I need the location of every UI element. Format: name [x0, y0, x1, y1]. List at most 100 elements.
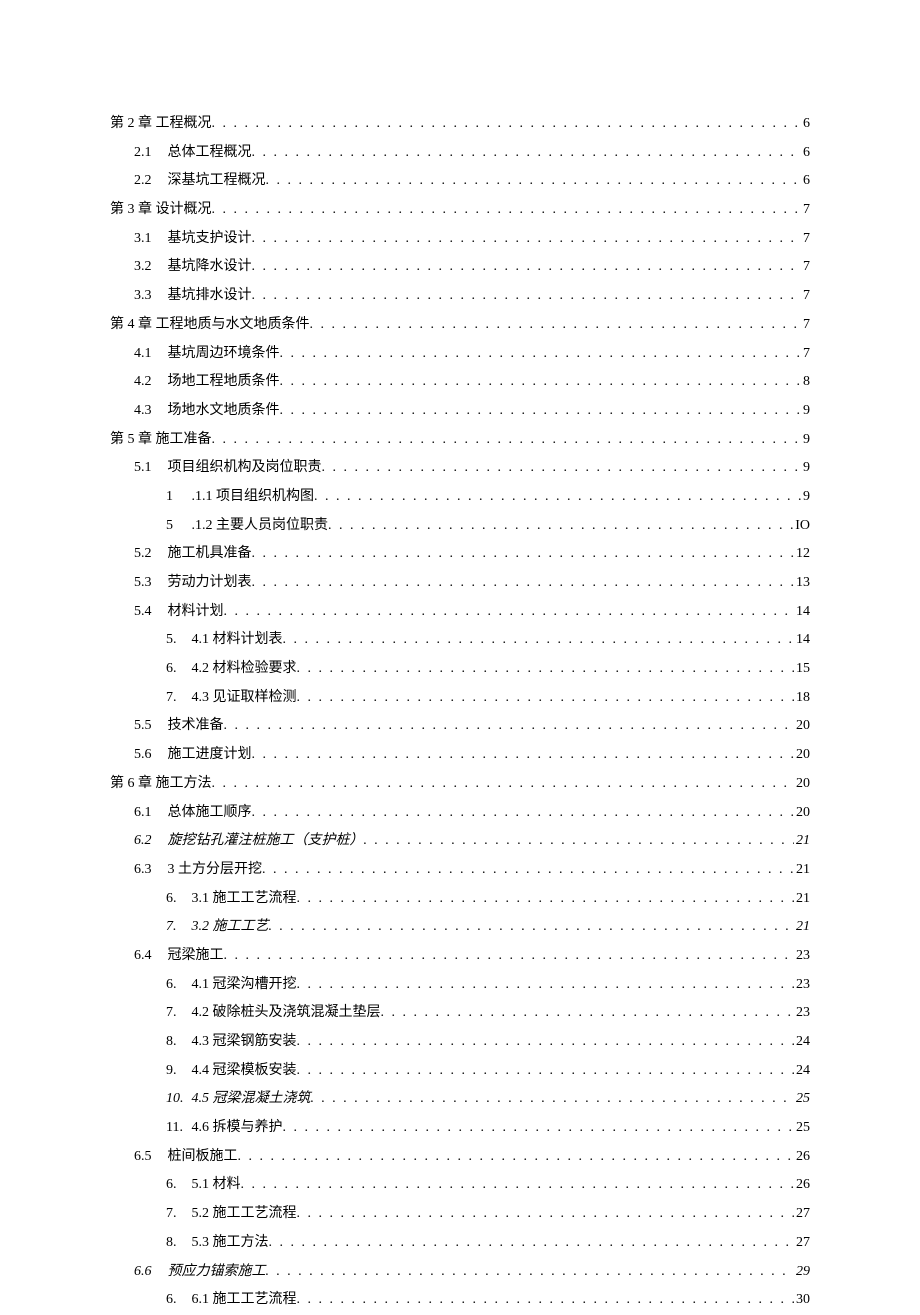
toc-label: 6.2 旋挖钻孔灌注桩施工（支护桩） [134, 827, 364, 856]
toc-entry: 6. 4.1 冠梁沟槽开挖23 [110, 971, 810, 1000]
toc-entry: 5.4 材料计划14 [110, 598, 810, 627]
toc-label: 第 2 章 工程概况 [110, 110, 212, 139]
toc-page-number: 7 [801, 196, 810, 225]
toc-page-number: 21 [794, 913, 810, 942]
toc-leader-dots [212, 426, 802, 455]
toc-entry: 3.3 基坑排水设计7 [110, 282, 810, 311]
toc-entry: 2.2 深基坑工程概况6 [110, 167, 810, 196]
toc-page-number: 7 [801, 282, 810, 311]
toc-leader-dots [314, 483, 801, 512]
toc-leader-dots [252, 282, 802, 311]
toc-leader-dots [252, 569, 795, 598]
toc-label: 4.2 场地工程地质条件 [134, 368, 280, 397]
toc-leader-dots [212, 770, 795, 799]
toc-page-number: 25 [794, 1114, 810, 1143]
toc-label: 第 6 章 施工方法 [110, 770, 212, 799]
toc-page-number: 6 [801, 167, 810, 196]
toc-label: 3.2 基坑降水设计 [134, 253, 252, 282]
toc-leader-dots [297, 684, 795, 713]
toc-leader-dots [283, 626, 795, 655]
toc-entry: 第 5 章 施工准备 9 [110, 426, 810, 455]
toc-page-number: 24 [794, 1057, 810, 1086]
toc-entry: 5.3 劳动力计划表13 [110, 569, 810, 598]
toc-entry: 8. 5.3 施工方法 27 [110, 1229, 810, 1258]
toc-label: 第 3 章 设计概况 [110, 196, 212, 225]
toc-leader-dots [297, 655, 795, 684]
toc-label: 6. 5.1 材料 [166, 1171, 241, 1200]
toc-page-number: 12 [794, 540, 810, 569]
toc-label: 10. 4.5 冠梁混凝土浇筑 [166, 1085, 311, 1114]
toc-page-number: 20 [794, 741, 810, 770]
toc-entry: 6. 3.1 施工工艺流程21 [110, 885, 810, 914]
toc-entry: 10. 4.5 冠梁混凝土浇筑 25 [110, 1085, 810, 1114]
toc-label: 8. 4.3 冠梁钢筋安装 [166, 1028, 297, 1057]
toc-entry: 第 4 章 工程地质与水文地质条件7 [110, 311, 810, 340]
toc-entry: 5.1 项目组织机构及岗位职责 9 [110, 454, 810, 483]
toc-leader-dots [224, 598, 795, 627]
toc-label: 1 .1.1 项目组织机构图 [166, 483, 314, 512]
toc-page-number: 9 [801, 454, 810, 483]
toc-page-number: 20 [794, 770, 810, 799]
toc-page-number: 14 [794, 626, 810, 655]
toc-entry: 2.1 总体工程概况6 [110, 139, 810, 168]
toc-page-number: 9 [801, 483, 810, 512]
toc-page-number: 7 [801, 340, 810, 369]
toc-label: 5.6 施工进度计划 [134, 741, 252, 770]
toc-entry: 第 2 章 工程概况 6 [110, 110, 810, 139]
toc-label: 6.3 3 土方分层开挖 [134, 856, 262, 885]
toc-page-number: 24 [794, 1028, 810, 1057]
toc-entry: 第 3 章 设计概况 7 [110, 196, 810, 225]
toc-label: 4.3 场地水文地质条件 [134, 397, 280, 426]
toc-label: 5.1 项目组织机构及岗位职责 [134, 454, 322, 483]
toc-leader-dots [364, 827, 795, 856]
toc-page-number: 21 [794, 856, 810, 885]
toc-entry: 7. 4.3 见证取样检测18 [110, 684, 810, 713]
toc-page-number: 15 [794, 655, 810, 684]
toc-page-number: 9 [801, 426, 810, 455]
toc-label: 5.5 技术准备 [134, 712, 224, 741]
toc-leader-dots [328, 512, 793, 541]
toc-leader-dots [266, 1258, 795, 1287]
toc-label: 6.5 桩间板施工 [134, 1143, 238, 1172]
toc-page-number: 26 [794, 1171, 810, 1200]
toc-label: 7. 4.2 破除桩头及浇筑混凝土垫层 [166, 999, 381, 1028]
toc-page-number: 25 [794, 1085, 810, 1114]
toc-leader-dots [297, 971, 795, 1000]
toc-leader-dots [297, 885, 795, 914]
toc-leader-dots [224, 712, 795, 741]
toc-entry: 6.1 总体施工顺序20 [110, 799, 810, 828]
toc-label: 6. 4.1 冠梁沟槽开挖 [166, 971, 297, 1000]
toc-leader-dots [241, 1171, 795, 1200]
toc-leader-dots [212, 110, 802, 139]
toc-leader-dots [297, 1200, 795, 1229]
toc-label: 5 .1.2 主要人员岗位职责 [166, 512, 328, 541]
toc-entry: 6.2 旋挖钻孔灌注桩施工（支护桩） 21 [110, 827, 810, 856]
toc-page-number: 7 [801, 253, 810, 282]
toc-leader-dots [297, 1028, 795, 1057]
toc-entry: 5.6 施工进度计划 20 [110, 741, 810, 770]
toc-label: 7. 3.2 施工工艺 [166, 913, 269, 942]
toc-page: 第 2 章 工程概况 62.1 总体工程概况62.2 深基坑工程概况6第 3 章 … [0, 0, 920, 1315]
toc-label: 11. 4.6 拆模与养护 [166, 1114, 283, 1143]
toc-entry: 6.3 3 土方分层开挖 21 [110, 856, 810, 885]
toc-label: 5.2 施工机具准备 [134, 540, 252, 569]
toc-label: 9. 4.4 冠梁模板安装 [166, 1057, 297, 1086]
toc-label: 8. 5.3 施工方法 [166, 1229, 269, 1258]
toc-leader-dots [252, 741, 795, 770]
toc-label: 5. 4.1 材料计划表 [166, 626, 283, 655]
toc-page-number: 8 [801, 368, 810, 397]
toc-leader-dots [283, 1114, 795, 1143]
toc-leader-dots [252, 253, 802, 282]
toc-page-number: 6 [801, 139, 810, 168]
toc-page-number: 6 [801, 110, 810, 139]
toc-entry: 7. 5.2 施工工艺流程27 [110, 1200, 810, 1229]
table-of-contents: 第 2 章 工程概况 62.1 总体工程概况62.2 深基坑工程概况6第 3 章 … [110, 110, 810, 1315]
toc-page-number: 23 [794, 999, 810, 1028]
toc-entry: 9. 4.4 冠梁模板安装 24 [110, 1057, 810, 1086]
toc-page-number: 21 [794, 827, 810, 856]
toc-page-number: 27 [794, 1229, 810, 1258]
toc-leader-dots [252, 225, 802, 254]
toc-entry: 11. 4.6 拆模与养护 25 [110, 1114, 810, 1143]
toc-label: 第 5 章 施工准备 [110, 426, 212, 455]
toc-label: 7. 4.3 见证取样检测 [166, 684, 297, 713]
